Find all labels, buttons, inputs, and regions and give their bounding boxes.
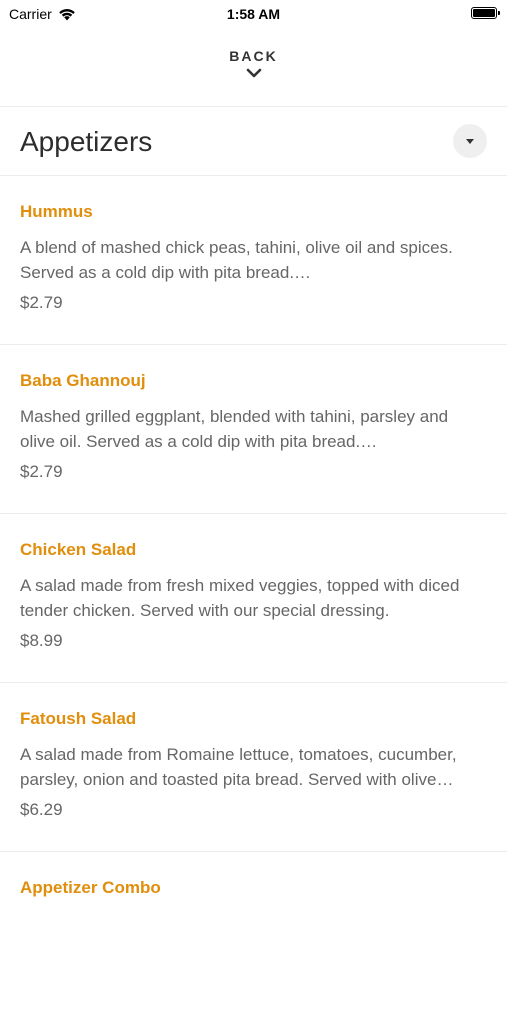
menu-item-price: $8.99 (20, 631, 63, 650)
menu-item-list: Hummus A blend of mashed chick peas, tah… (0, 175, 507, 1020)
menu-item-description: A blend of mashed chick peas, tahini, ol… (20, 238, 453, 282)
menu-item[interactable]: Fatoush Salad A salad made from Romaine … (0, 682, 507, 851)
menu-item[interactable]: Chicken Salad A salad made from fresh mi… (0, 513, 507, 682)
battery-icon (471, 7, 500, 19)
menu-item[interactable]: Appetizer Combo (0, 851, 507, 1020)
section-title: Appetizers (20, 126, 153, 157)
menu-item-description (20, 911, 487, 961)
menu-item-name: Baba Ghannouj (20, 371, 146, 390)
menu-item-name: Appetizer Combo (20, 878, 161, 897)
menu-item-name: Hummus (20, 202, 93, 221)
caret-down-icon (466, 138, 474, 144)
section-header: Appetizers (0, 107, 507, 175)
menu-item-description: A salad made from Romaine lettuce, tomat… (20, 745, 457, 789)
menu-item[interactable]: Hummus A blend of mashed chick peas, tah… (0, 175, 507, 344)
menu-item-name: Chicken Salad (20, 540, 137, 559)
back-button[interactable]: BACK (0, 44, 507, 106)
menu-item-price: $6.29 (20, 800, 63, 819)
status-bar: Carrier 1:58 AM (0, 0, 507, 28)
menu-item-price: $2.79 (20, 462, 63, 481)
section-dropdown-button[interactable] (453, 124, 487, 158)
back-label: BACK (229, 48, 278, 64)
menu-item[interactable]: Baba Ghannouj Mashed grilled eggplant, b… (0, 344, 507, 513)
menu-item-description: A salad made from fresh mixed veggies, t… (20, 576, 460, 620)
menu-item-name: Fatoush Salad (20, 709, 137, 728)
menu-item-description: Mashed grilled eggplant, blended with ta… (20, 407, 449, 451)
chevron-down-icon (246, 68, 261, 78)
status-time: 1:58 AM (226, 6, 281, 22)
menu-item-price: $2.79 (20, 293, 63, 312)
